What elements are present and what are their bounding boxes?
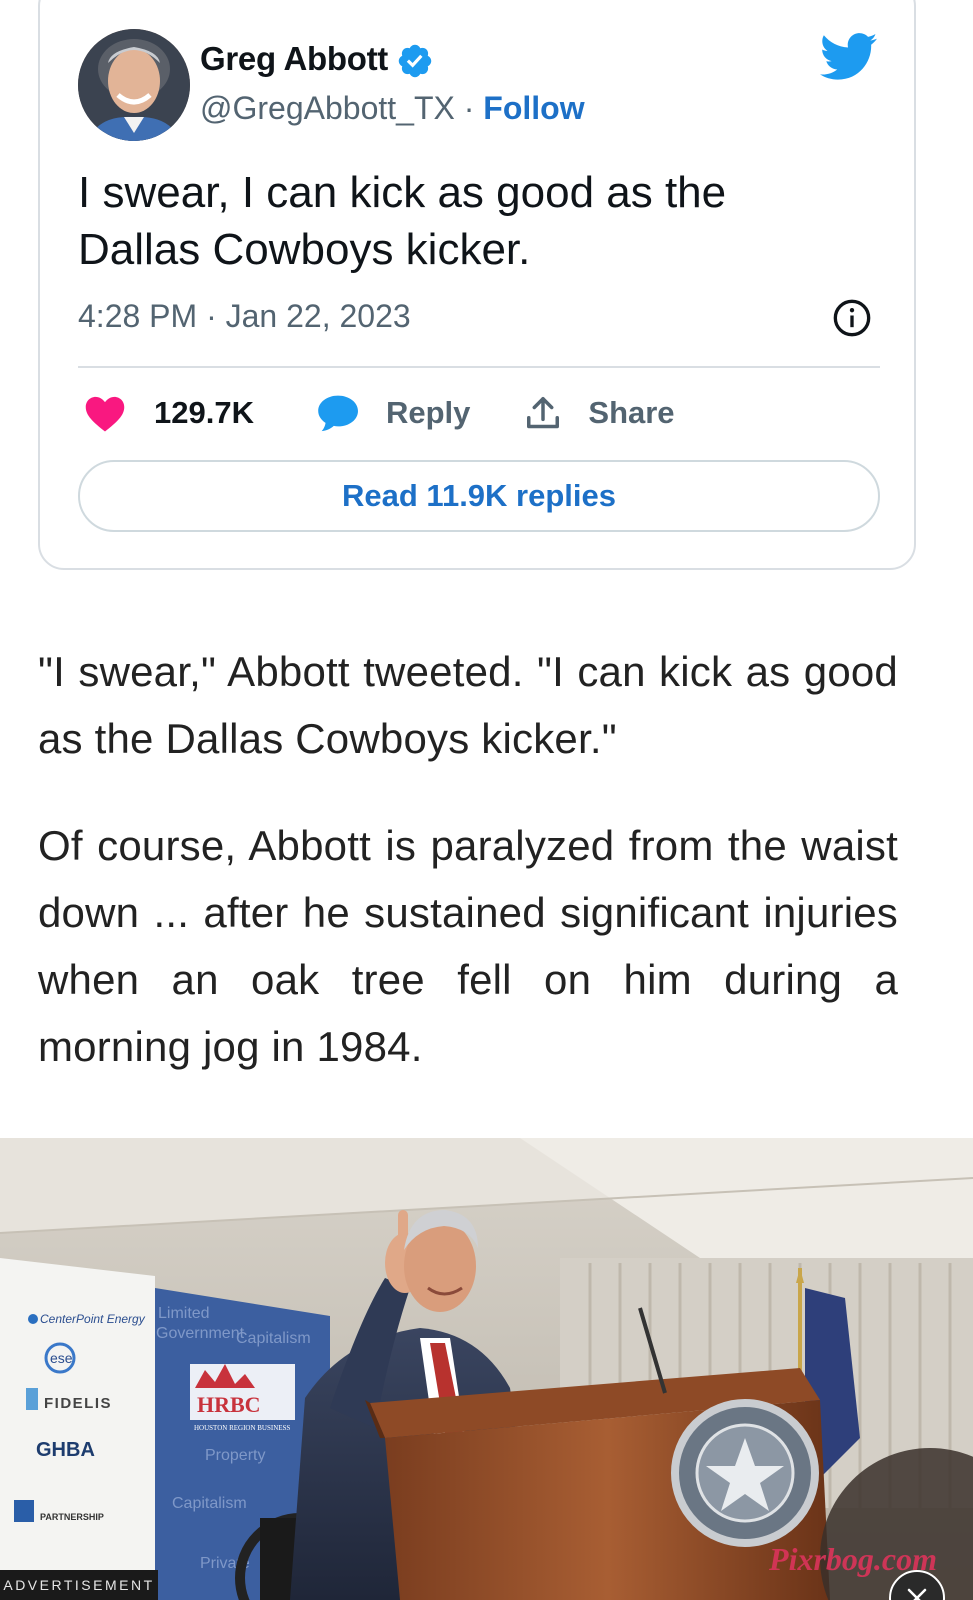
- backdrop-word: Government: [156, 1325, 245, 1342]
- handle-row: @GregAbbott_TX · Follow: [200, 90, 585, 127]
- hrbc-subtitle: HOUSTON REGION BUSINESS: [194, 1424, 290, 1432]
- author-handle[interactable]: @GregAbbott_TX: [200, 90, 455, 126]
- tweet-text: I swear, I can kick as good as the Dalla…: [78, 168, 727, 274]
- tweet-timestamp[interactable]: 4:28 PM · Jan 22, 2023: [78, 298, 411, 335]
- tweet-actions: 129.7K Reply Share: [84, 388, 675, 438]
- close-icon: [907, 1588, 927, 1600]
- advertisement-label: ADVERTISEMENT: [0, 1570, 158, 1600]
- info-icon[interactable]: [832, 298, 872, 338]
- article-paragraph: "I swear," Abbott tweeted. "I can kick a…: [38, 648, 898, 762]
- backdrop-word: Limited: [158, 1305, 210, 1322]
- banner-logo-partnership: PARTNERSHIP: [40, 1512, 104, 1522]
- author-name[interactable]: Greg Abbott: [200, 40, 388, 78]
- divider: [78, 366, 880, 368]
- article-page: Greg Abbott @GregAbbott_TX · Follow I sw…: [0, 0, 973, 1600]
- banner-logo-ghba: GHBA: [36, 1439, 95, 1461]
- twitter-bird-icon[interactable]: [820, 32, 878, 82]
- backdrop-word: Property: [205, 1447, 265, 1464]
- verified-badge-icon: [398, 44, 432, 78]
- embedded-tweet-card[interactable]: Greg Abbott @GregAbbott_TX · Follow I sw…: [38, 0, 916, 570]
- hrbc-logo: HRBC: [197, 1392, 261, 1417]
- reply-button[interactable]: Reply: [316, 392, 524, 434]
- article-paragraph: Of course, Abbott is paralyzed from the …: [38, 822, 898, 1070]
- banner-logo-ese: ese: [50, 1350, 73, 1366]
- follow-link[interactable]: Follow: [483, 90, 584, 126]
- banner-logo-fidelis: FIDELIS: [44, 1395, 112, 1412]
- like-button[interactable]: 129.7K: [84, 393, 316, 433]
- article-photo: CenterPoint Energy ese FIDELIS GHBA PART…: [0, 1138, 973, 1600]
- backdrop-word: Capitalism: [236, 1330, 311, 1347]
- backdrop-word: Capitalism: [172, 1495, 247, 1512]
- reply-label: Reply: [385, 395, 471, 430]
- share-upload-icon: [527, 397, 560, 429]
- like-count: 129.7K: [154, 395, 254, 430]
- heart-icon: [85, 396, 125, 432]
- reply-bubble-icon: [318, 395, 358, 432]
- read-replies-button[interactable]: Read 11.9K replies: [78, 460, 880, 532]
- share-label: Share: [588, 395, 675, 430]
- avatar[interactable]: [78, 29, 190, 141]
- share-button[interactable]: Share: [524, 393, 675, 433]
- handle-separator: ·: [463, 90, 475, 126]
- banner-logo-centerpoint: CenterPoint Energy: [40, 1312, 146, 1326]
